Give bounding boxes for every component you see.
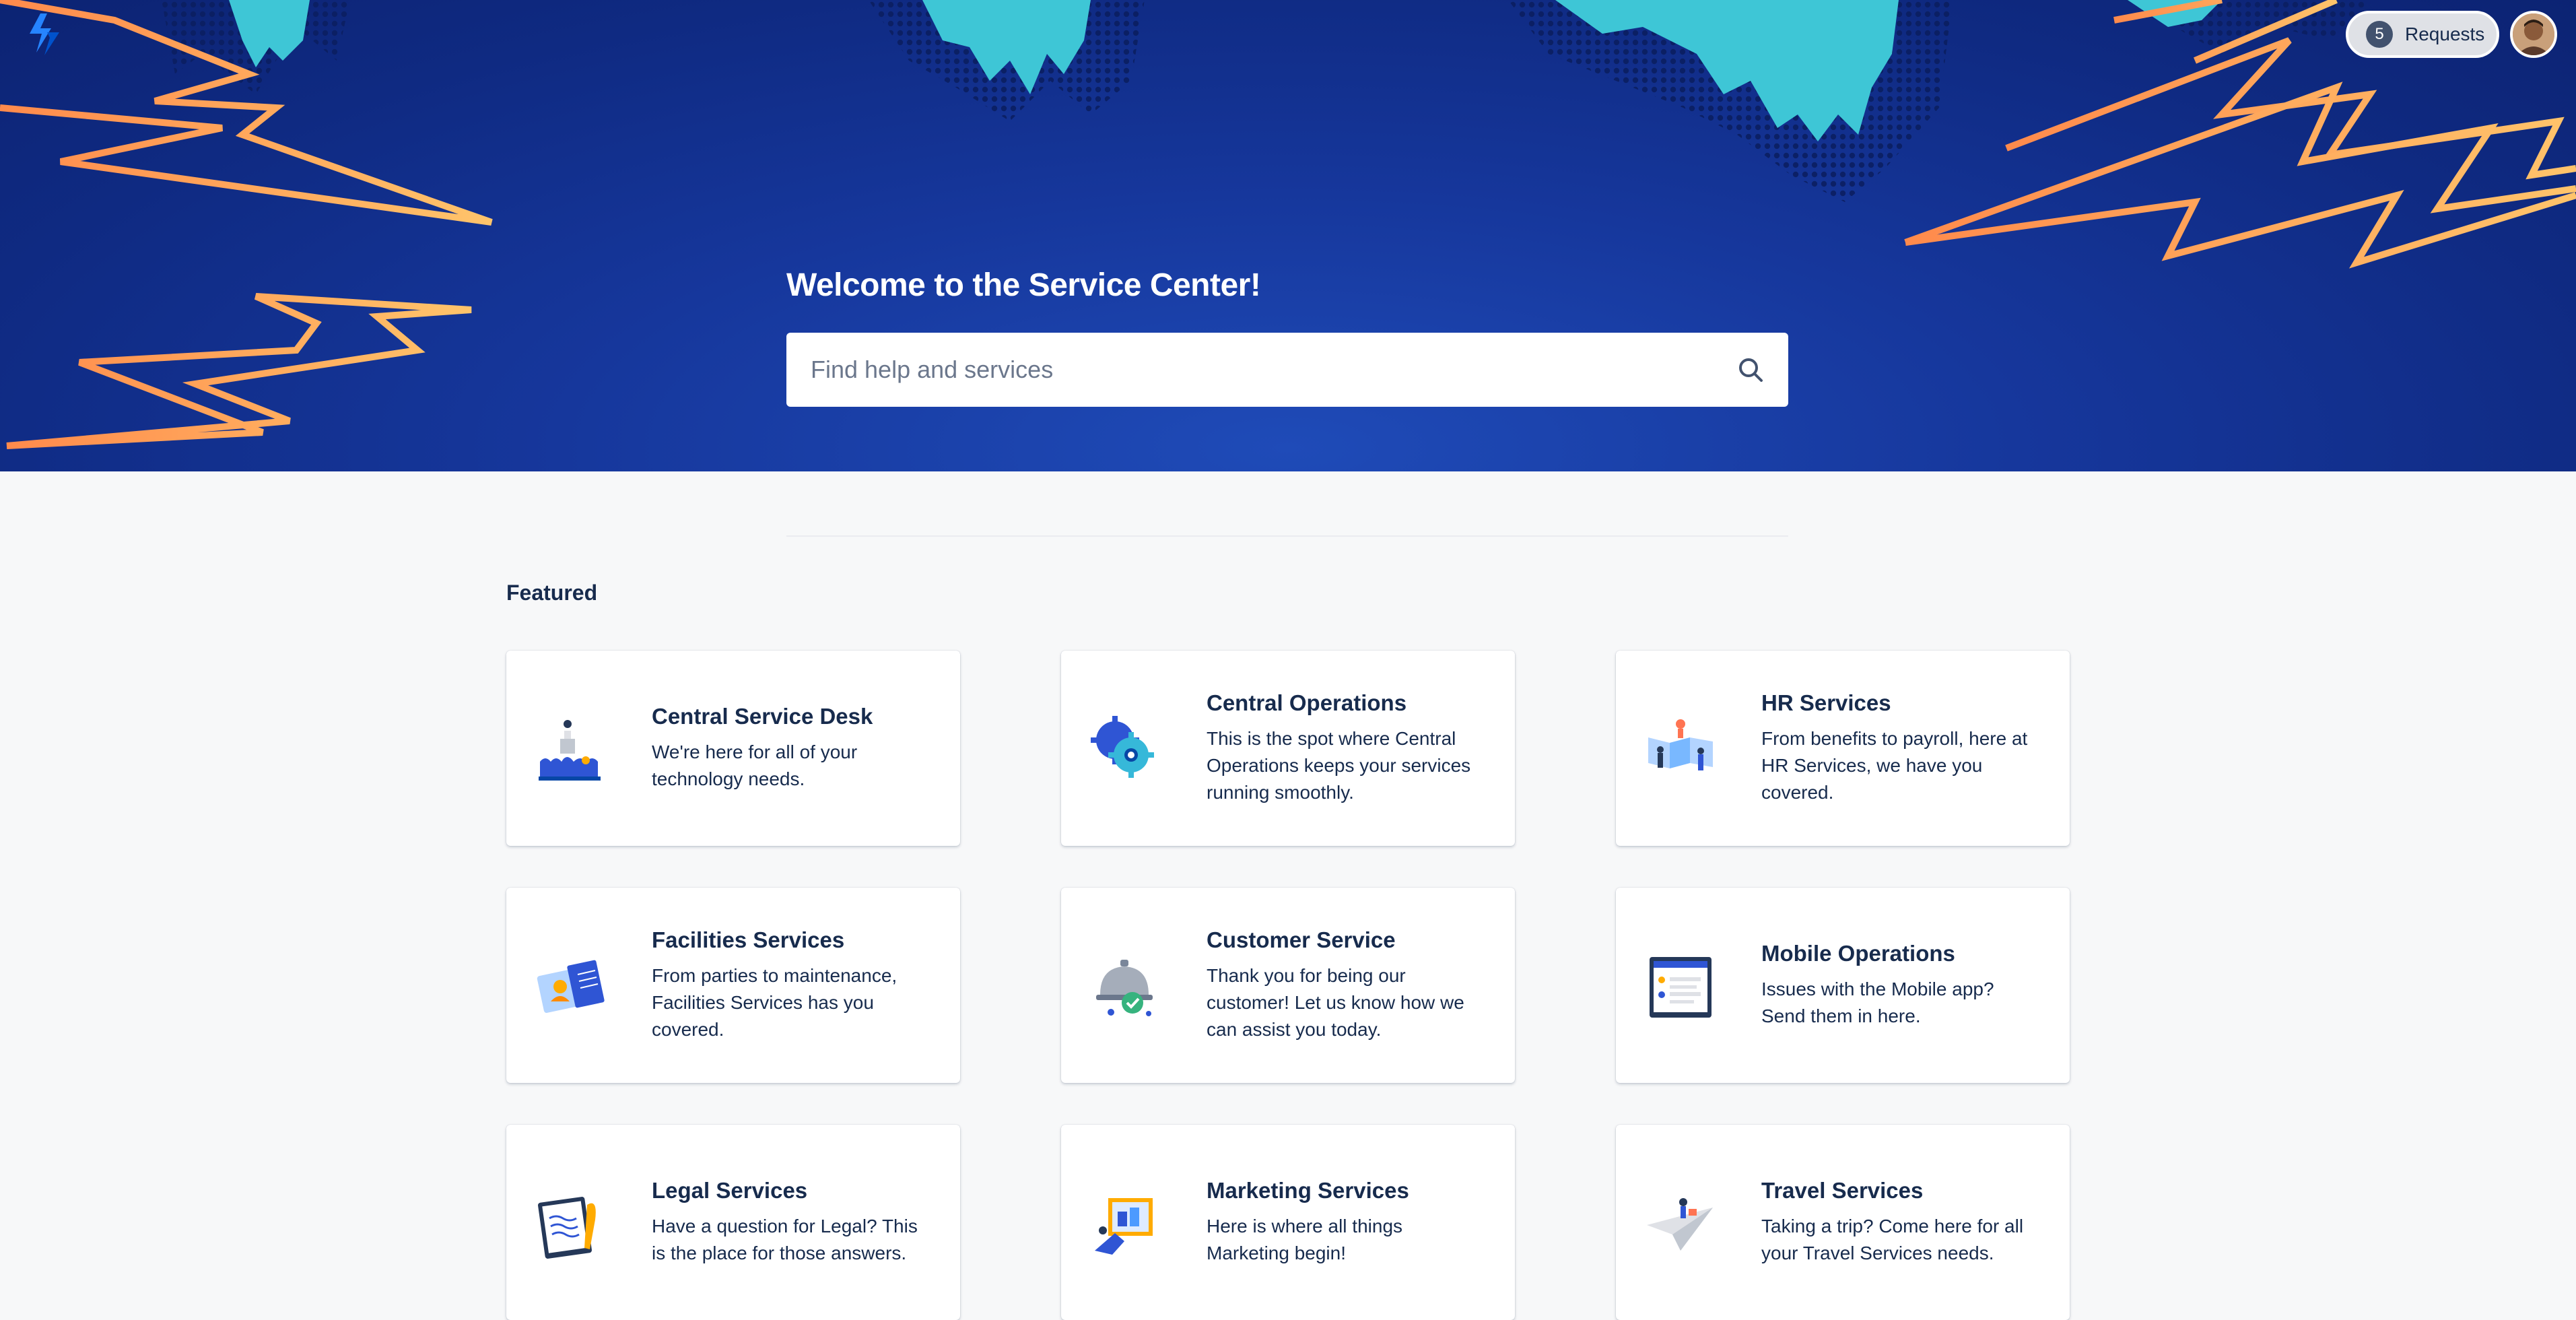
card-title: Marketing Services — [1207, 1178, 1409, 1203]
card-description: From parties to maintenance, Facilities … — [652, 965, 897, 1040]
card-description: We're here for all of your technology ne… — [652, 741, 858, 789]
gears-icon — [1091, 716, 1154, 778]
paper-plane-icon — [1647, 1198, 1713, 1251]
portal-card-mobile-operations[interactable]: Mobile Operations Issues with the Mobile… — [1616, 888, 2070, 1083]
people-banner-icon — [1648, 719, 1713, 770]
requests-button[interactable]: 5 Requests — [2346, 11, 2499, 58]
search-input[interactable] — [809, 355, 1736, 385]
requests-count-badge: 5 — [2366, 21, 2393, 48]
search-box[interactable] — [786, 333, 1788, 407]
card-title: Legal Services — [652, 1178, 808, 1203]
portal-card-hr-services[interactable]: HR Services From benefits to payroll, he… — [1616, 651, 2070, 846]
featured-heading: Featured — [506, 581, 598, 605]
portal-card-marketing-services[interactable]: Marketing Services Here is where all thi… — [1061, 1125, 1515, 1320]
card-title: Facilities Services — [652, 927, 845, 952]
portal-card-travel-services[interactable]: Travel Services Taking a trip? Come here… — [1616, 1125, 2070, 1320]
service-bell-icon — [1096, 960, 1153, 1016]
portal-card-central-service-desk[interactable]: Central Service Desk We're here for all … — [506, 651, 960, 846]
card-title: Mobile Operations — [1761, 941, 1955, 966]
card-description: Taking a trip? Come here for all your Tr… — [1761, 1216, 2024, 1263]
card-description: Here is where all things Marketing begin… — [1207, 1216, 1403, 1263]
portal-card-customer-service[interactable]: Customer Service Thank you for being our… — [1061, 888, 1515, 1083]
portal-card-central-operations[interactable]: Central Operations This is the spot wher… — [1061, 651, 1515, 846]
document-tablet-icon — [538, 1197, 596, 1259]
requests-label: Requests — [2405, 24, 2485, 44]
card-description: Issues with the Mobile app? Send them in… — [1761, 979, 1994, 1026]
card-description: Thank you for being our customer! Let us… — [1207, 965, 1464, 1040]
portal-card-legal-services[interactable]: Legal Services Have a question for Legal… — [506, 1125, 960, 1320]
card-description: This is the spot where Central Operation… — [1207, 728, 1471, 803]
card-title: Central Service Desk — [652, 704, 873, 729]
jira-service-logo-icon[interactable] — [27, 13, 62, 55]
card-title: Central Operations — [1207, 690, 1407, 715]
card-title: HR Services — [1761, 690, 1891, 715]
page-title: Welcome to the Service Center! — [786, 267, 1261, 303]
card-title: Customer Service — [1207, 927, 1396, 952]
user-avatar[interactable] — [2510, 11, 2557, 58]
portal-card-facilities-services[interactable]: Facilities Services From parties to main… — [506, 888, 960, 1083]
id-card-icon — [537, 960, 605, 1013]
podium-people-icon — [539, 720, 601, 781]
section-divider — [786, 535, 1788, 537]
marketing-board-icon — [1095, 1198, 1153, 1255]
hero-banner: 5 Requests Welcome to the Service Center… — [0, 0, 2576, 471]
card-description: From benefits to payroll, here at HR Ser… — [1761, 728, 2028, 803]
search-icon[interactable] — [1736, 355, 1765, 385]
card-description: Have a question for Legal? This is the p… — [652, 1216, 918, 1263]
user-avatar-icon — [2513, 13, 2554, 55]
mobile-app-icon — [1650, 957, 1711, 1018]
card-title: Travel Services — [1761, 1178, 1924, 1203]
